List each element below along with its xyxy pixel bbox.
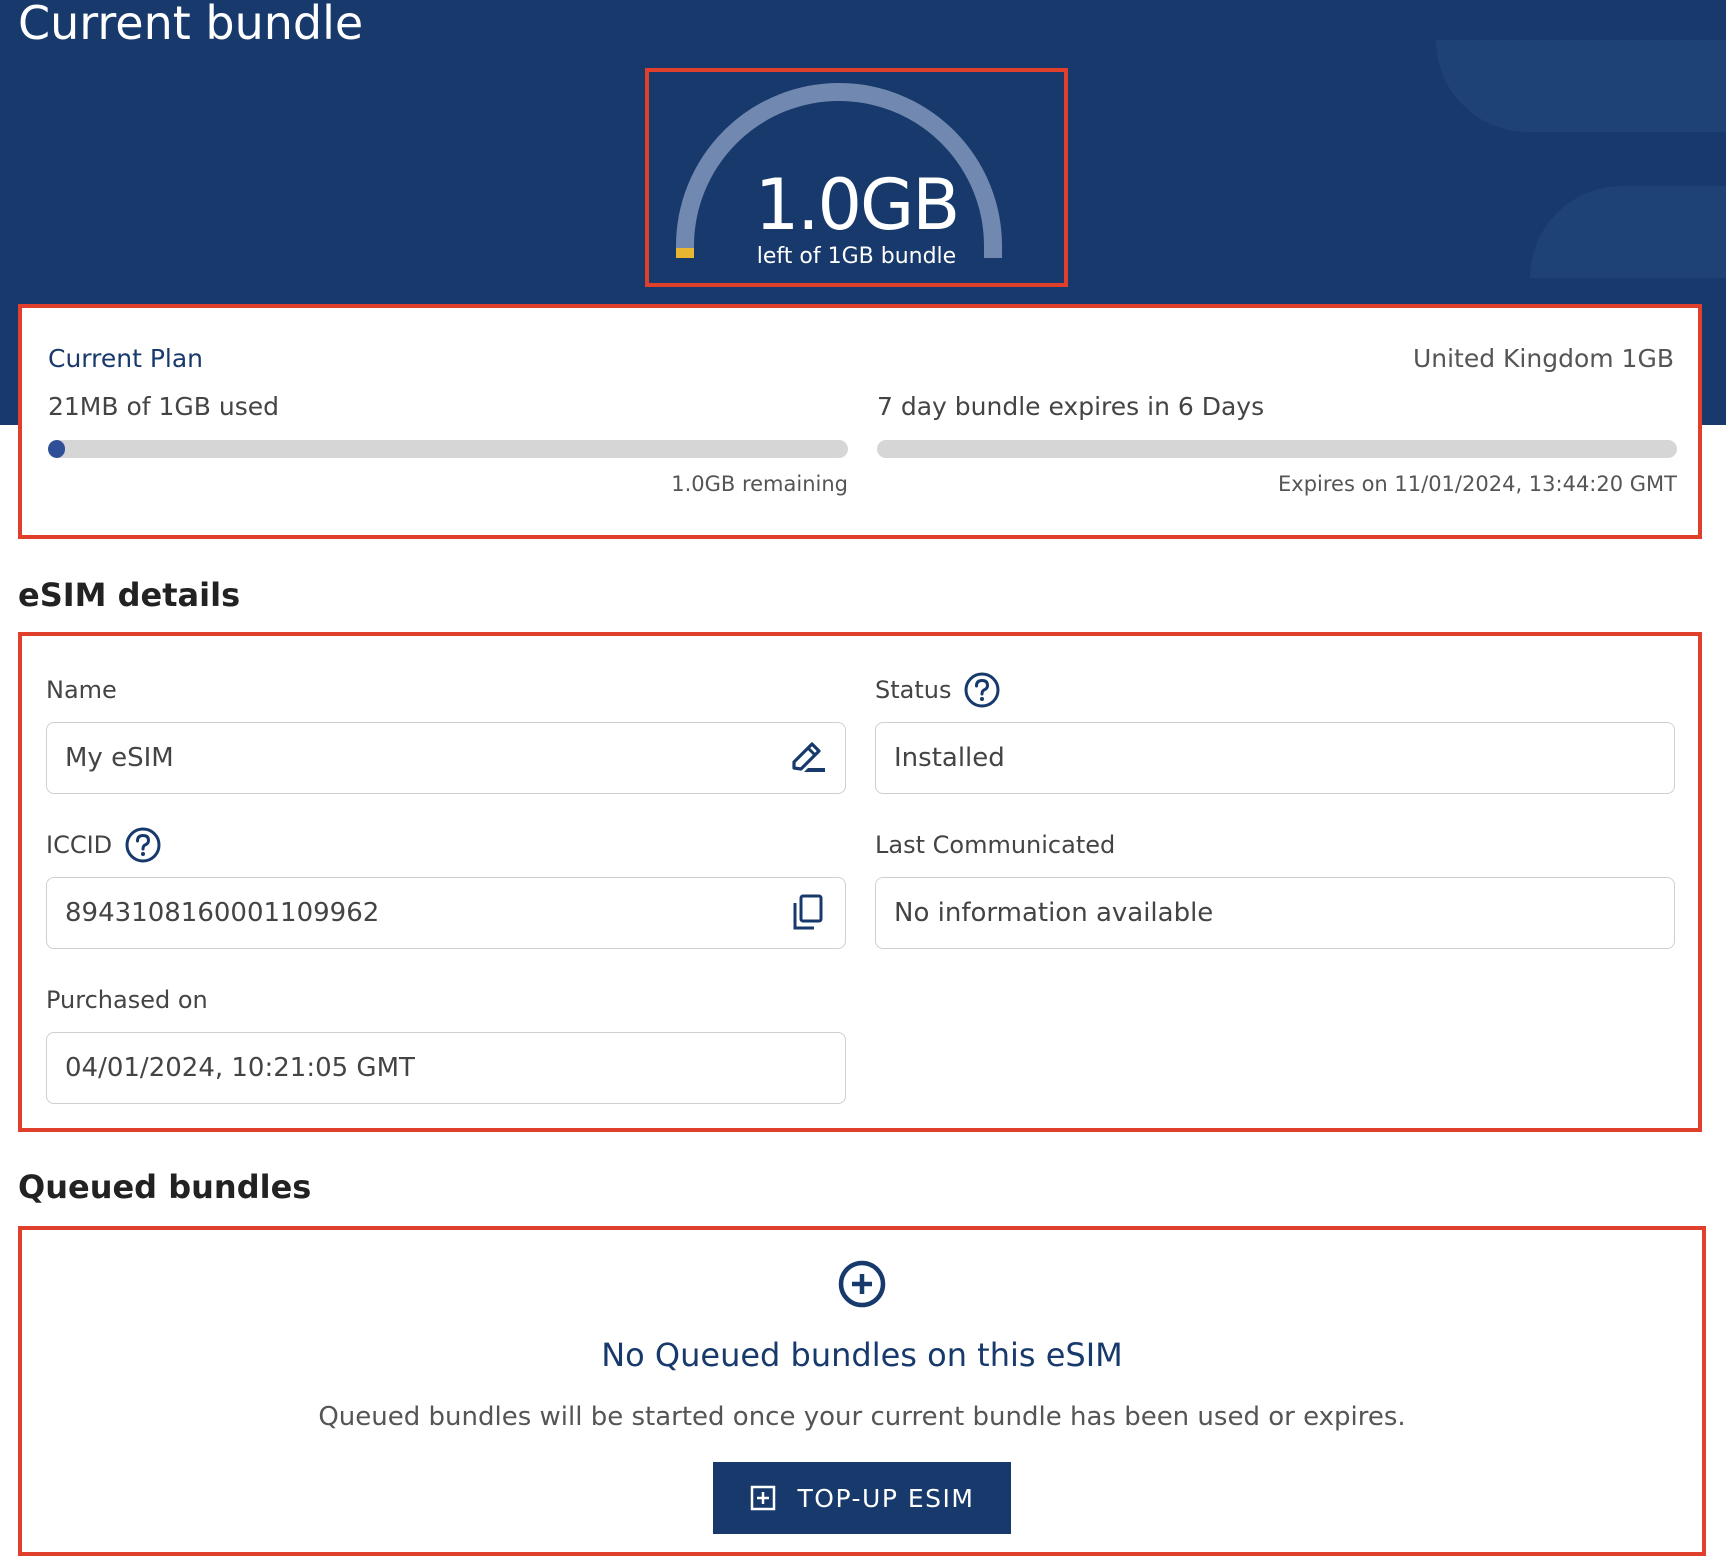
iccid-display: 8943108160001109962 [46,877,846,949]
plan-name: United Kingdom 1GB [1412,344,1674,373]
expiry-label: 7 day bundle expires in 6 Days [877,392,1265,421]
empty-state-description: Queued bundles will be started once your… [318,1402,1406,1432]
data-gauge: 1.0GB left of 1GB bundle [645,68,1068,287]
esim-details-card: Name My eSIM Status Installed ICCID 8943… [18,632,1702,1132]
purchased-on-value: 04/01/2024, 10:21:05 GMT [65,1053,415,1083]
gauge-subtitle: left of 1GB bundle [756,244,957,269]
status-display: Installed [875,722,1675,794]
status-value: Installed [894,743,1005,773]
last-communicated-label: Last Communicated [875,831,1116,859]
iccid-value: 8943108160001109962 [65,898,380,928]
queued-bundles-title: Queued bundles [18,1168,312,1206]
name-field: Name My eSIM [46,670,846,794]
expiry-section: 7 day bundle expires in 6 Days Expires o… [877,392,1677,496]
purchased-on-field: Purchased on 04/01/2024, 10:21:05 GMT [46,980,846,1104]
iccid-field: ICCID 8943108160001109962 [46,825,846,949]
name-label: Name [46,676,117,704]
add-circle-icon [836,1258,888,1314]
usage-progress-bar [48,440,848,458]
iccid-label: ICCID [46,831,113,859]
purchased-on-label: Purchased on [46,986,208,1014]
status-label-row: Status [875,670,1675,710]
usage-progress-fill [48,440,65,458]
queued-bundles-card: No Queued bundles on this eSIM Queued bu… [18,1226,1706,1556]
top-up-esim-button[interactable]: TOP-UP ESIM [713,1462,1011,1534]
last-communicated-display: No information available [875,877,1675,949]
remaining-label: 1.0GB remaining [671,472,848,496]
name-value: My eSIM [65,743,174,773]
top-up-esim-label: TOP-UP ESIM [797,1483,975,1513]
usage-label: 21MB of 1GB used [48,392,280,421]
usage-section: 21MB of 1GB used 1.0GB remaining [48,392,848,496]
purchased-on-display: 04/01/2024, 10:21:05 GMT [46,1032,846,1104]
copy-icon[interactable] [789,893,827,933]
expiry-progress-bar [877,440,1677,458]
status-label: Status [875,676,952,704]
plan-title: Current Plan [48,344,204,373]
page-title: Current bundle [18,0,364,50]
iccid-label-row: ICCID [46,825,846,865]
add-square-icon [750,1485,776,1511]
last-communicated-value: No information available [894,898,1214,928]
status-field: Status Installed [875,670,1675,794]
gauge-value: 1.0GB [754,164,961,246]
help-circle-icon[interactable] [124,826,162,864]
edit-pencil-icon[interactable] [787,738,827,778]
last-communicated-field: Last Communicated No information availab… [875,825,1675,949]
name-input[interactable]: My eSIM [46,722,846,794]
decorative-shape [1436,40,1726,132]
current-plan-card: Current Plan United Kingdom 1GB 21MB of … [18,304,1702,539]
help-circle-icon[interactable] [963,671,1001,709]
decorative-shape [1530,186,1726,278]
empty-state-title: No Queued bundles on this eSIM [601,1336,1123,1374]
esim-details-title: eSIM details [18,576,241,614]
expires-on-label: Expires on 11/01/2024, 13:44:20 GMT [1278,472,1677,496]
